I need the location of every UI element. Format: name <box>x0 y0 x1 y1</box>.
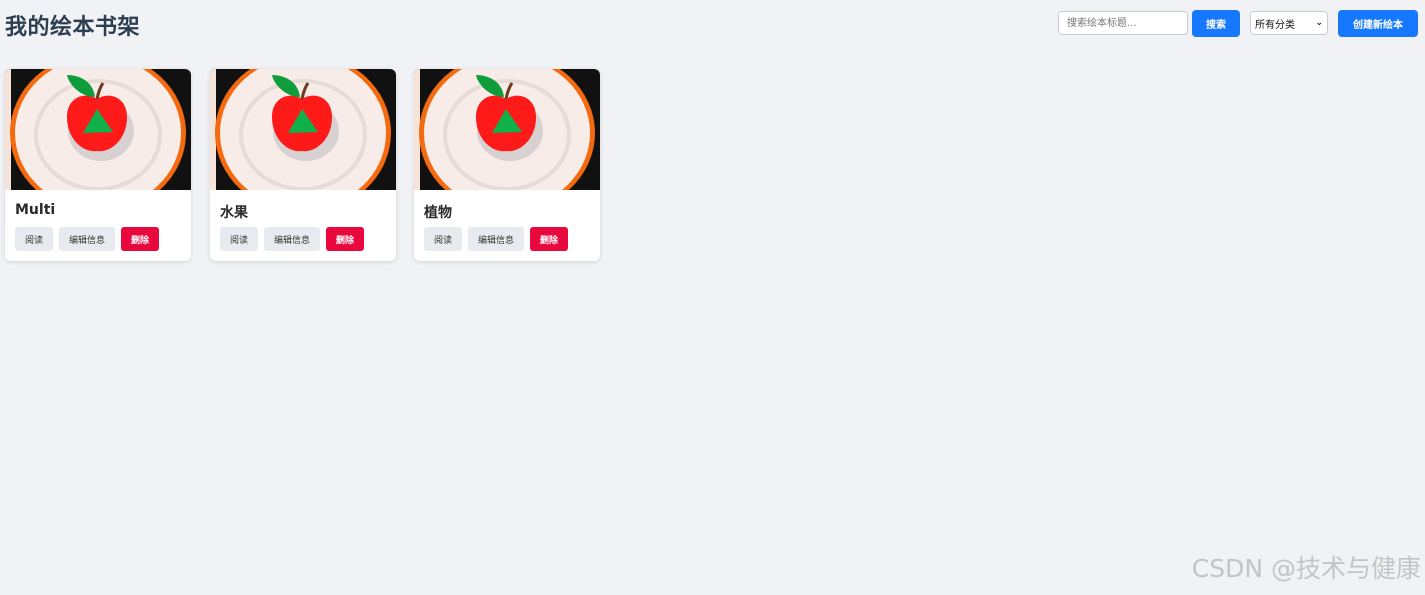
delete-button[interactable]: 删除 <box>530 227 569 251</box>
edit-info-button[interactable]: 编辑信息 <box>468 227 525 251</box>
book-actions: 阅读 编辑信息 删除 <box>424 227 569 251</box>
chevron-down-icon: ⌄ <box>1315 18 1323 28</box>
book-actions: 阅读 编辑信息 删除 <box>220 227 365 251</box>
book-title: 水果 <box>220 205 248 221</box>
book-title: 植物 <box>424 205 452 221</box>
watermark: CSDN @技术与健康 <box>1191 554 1421 583</box>
book-card: Multi 阅读 编辑信息 删除 <box>5 69 191 261</box>
book-actions: 阅读 编辑信息 删除 <box>15 227 160 251</box>
category-select[interactable]: 所有分类 ⌄ <box>1250 11 1328 35</box>
category-selected-value: 所有分类 <box>1255 19 1295 31</box>
read-button[interactable]: 阅读 <box>424 227 463 251</box>
search-button[interactable]: 搜索 <box>1192 9 1240 37</box>
search-input[interactable] <box>1058 11 1188 35</box>
app-root: 我的绘本书架 搜索 所有分类 ⌄ 创建新绘本 Multi 阅读 编辑信息 删除 <box>0 0 1425 595</box>
book-cover-image[interactable] <box>5 69 191 190</box>
page-title: 我的绘本书架 <box>5 15 141 40</box>
edit-info-button[interactable]: 编辑信息 <box>264 227 321 251</box>
create-book-button[interactable]: 创建新绘本 <box>1338 9 1418 37</box>
book-card: 植物 阅读 编辑信息 删除 <box>414 69 600 261</box>
book-title: Multi <box>15 202 56 218</box>
read-button[interactable]: 阅读 <box>15 227 54 251</box>
book-cover-image[interactable] <box>210 69 396 190</box>
delete-button[interactable]: 删除 <box>326 227 365 251</box>
toolbar: 搜索 所有分类 ⌄ 创建新绘本 <box>1058 9 1418 37</box>
edit-info-button[interactable]: 编辑信息 <box>59 227 116 251</box>
book-cover-image[interactable] <box>414 69 600 190</box>
read-button[interactable]: 阅读 <box>220 227 259 251</box>
delete-button[interactable]: 删除 <box>121 227 160 251</box>
book-card: 水果 阅读 编辑信息 删除 <box>210 69 396 261</box>
